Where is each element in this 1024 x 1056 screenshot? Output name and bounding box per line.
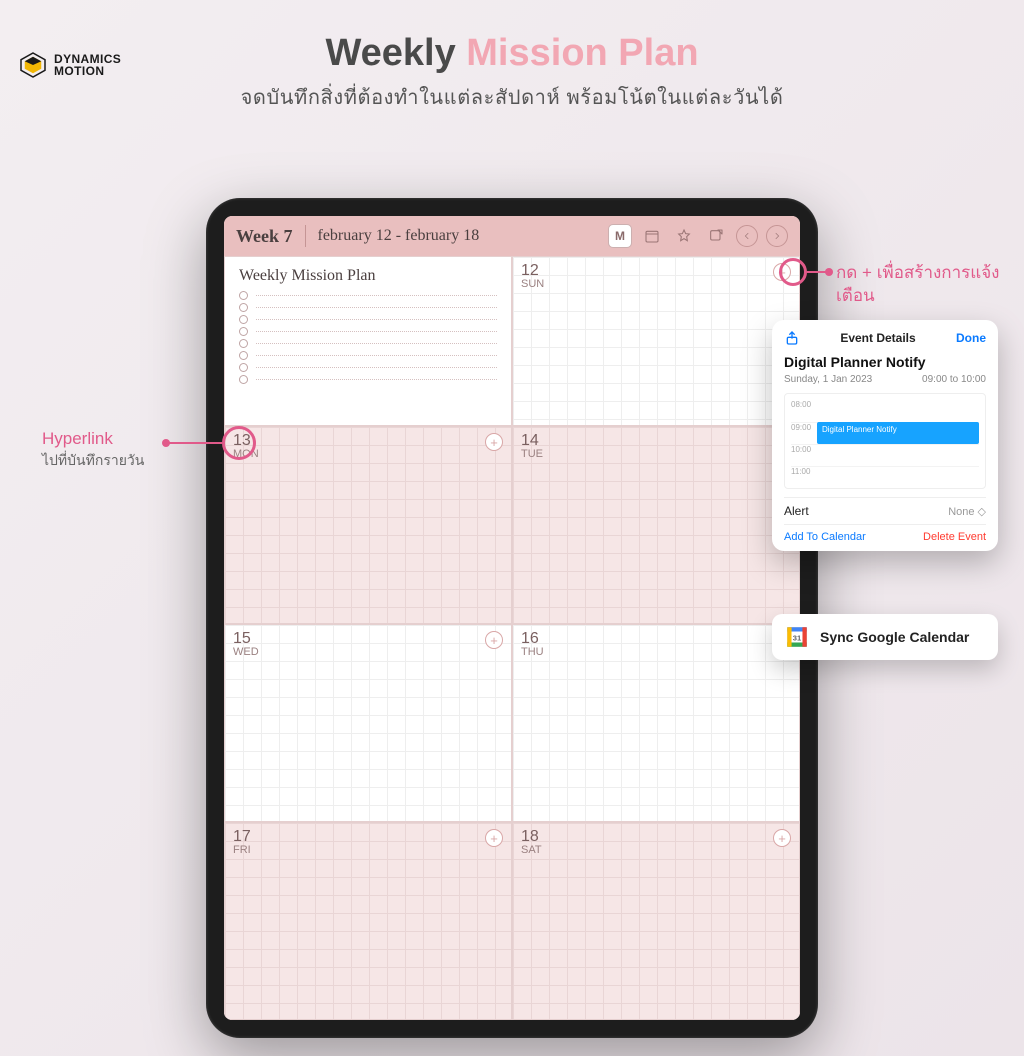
planner-grid: Weekly Mission Plan 12SUN + <box>224 256 800 1020</box>
popup-title: Event Details <box>840 331 915 345</box>
mission-line[interactable] <box>239 375 497 384</box>
svg-text:31: 31 <box>793 633 801 642</box>
callout-add-reminder: กด + เพื่อสร้างการแจ้งเตือน <box>836 262 1024 308</box>
mission-line[interactable] <box>239 291 497 300</box>
alert-value: None ◇ <box>948 505 986 518</box>
add-reminder-button[interactable]: + <box>773 829 791 847</box>
hero-subtitle: จดบันทึกสิ่งที่ต้องทำในแต่ละสัปดาห์ พร้อ… <box>0 81 1024 113</box>
brand-line2: MOTION <box>54 65 121 77</box>
add-to-calendar-button[interactable]: Add To Calendar <box>784 531 866 543</box>
day-cell-tue[interactable]: 14TUE + <box>512 426 800 624</box>
month-view-button[interactable]: M <box>608 224 632 248</box>
day-cell-sun[interactable]: 12SUN + <box>512 256 800 426</box>
mission-line[interactable] <box>239 315 497 324</box>
prev-week-button[interactable] <box>736 225 758 247</box>
date-highlight-circle <box>222 426 256 460</box>
alert-label: Alert <box>784 504 809 518</box>
done-button[interactable]: Done <box>956 331 986 345</box>
mission-cell: Weekly Mission Plan <box>224 256 512 426</box>
event-time-range: 09:00 to 10:00 <box>922 374 986 385</box>
tablet-frame: Week 7 february 12 - february 18 M Weekl… <box>206 198 818 1038</box>
mission-line[interactable] <box>239 339 497 348</box>
hero-title-prefix: Weekly <box>325 32 466 74</box>
event-name: Digital Planner Notify <box>784 354 986 370</box>
planner-screen: Week 7 february 12 - february 18 M Weekl… <box>224 216 800 1020</box>
add-reminder-button[interactable]: + <box>485 829 503 847</box>
event-block[interactable]: Digital Planner Notify <box>817 422 979 444</box>
plus-highlight-circle <box>779 258 807 286</box>
event-details-popup: Event Details Done Digital Planner Notif… <box>772 320 998 551</box>
day-cell-wed[interactable]: 15WED + <box>224 624 512 822</box>
callout-lead-line <box>166 442 222 444</box>
callout-hyperlink-sub: ไปที่บันทึกรายวัน <box>42 451 144 470</box>
sync-google-calendar-label: Sync Google Calendar <box>820 629 969 645</box>
callout-hyperlink-title: Hyperlink <box>42 428 144 451</box>
day-cell-mon[interactable]: 13MON + <box>224 426 512 624</box>
day-cell-thu[interactable]: 16THU + <box>512 624 800 822</box>
next-week-button[interactable] <box>766 225 788 247</box>
mission-line[interactable] <box>239 363 497 372</box>
google-calendar-icon: 31 <box>784 624 810 650</box>
share-icon[interactable] <box>784 330 800 346</box>
calendar-icon[interactable] <box>640 224 664 248</box>
add-reminder-button[interactable]: + <box>485 433 503 451</box>
brand-logo: DYNAMICS MOTION <box>18 50 121 80</box>
hero-heading: Weekly Mission Plan จดบันทึกสิ่งที่ต้องท… <box>0 32 1024 113</box>
date-range: february 12 - february 18 <box>318 227 480 245</box>
planner-topbar: Week 7 february 12 - february 18 M <box>224 216 800 256</box>
add-reminder-button[interactable]: + <box>485 631 503 649</box>
callout-lead-line <box>807 271 829 273</box>
share-icon[interactable] <box>704 224 728 248</box>
mission-line[interactable] <box>239 351 497 360</box>
sync-google-calendar-card[interactable]: 31 Sync Google Calendar <box>772 614 998 660</box>
alert-row[interactable]: Alert None ◇ <box>784 497 986 525</box>
mission-title: Weekly Mission Plan <box>239 267 497 285</box>
brand-mark-icon <box>18 50 48 80</box>
star-icon[interactable] <box>672 224 696 248</box>
time-grid[interactable]: 08:00 09:00 10:00 11:00 Digital Planner … <box>784 393 986 489</box>
event-date: Sunday, 1 Jan 2023 <box>784 374 872 385</box>
delete-event-button[interactable]: Delete Event <box>923 531 986 543</box>
mission-line[interactable] <box>239 303 497 312</box>
mission-line[interactable] <box>239 327 497 336</box>
hero-title-accent: Mission Plan <box>466 32 698 74</box>
callout-hyperlink: Hyperlink ไปที่บันทึกรายวัน <box>42 428 144 470</box>
day-cell-sat[interactable]: 18SAT + <box>512 822 800 1020</box>
day-cell-fri[interactable]: 17FRI + <box>224 822 512 1020</box>
week-number: Week 7 <box>236 226 293 247</box>
topbar-separator <box>305 225 306 247</box>
